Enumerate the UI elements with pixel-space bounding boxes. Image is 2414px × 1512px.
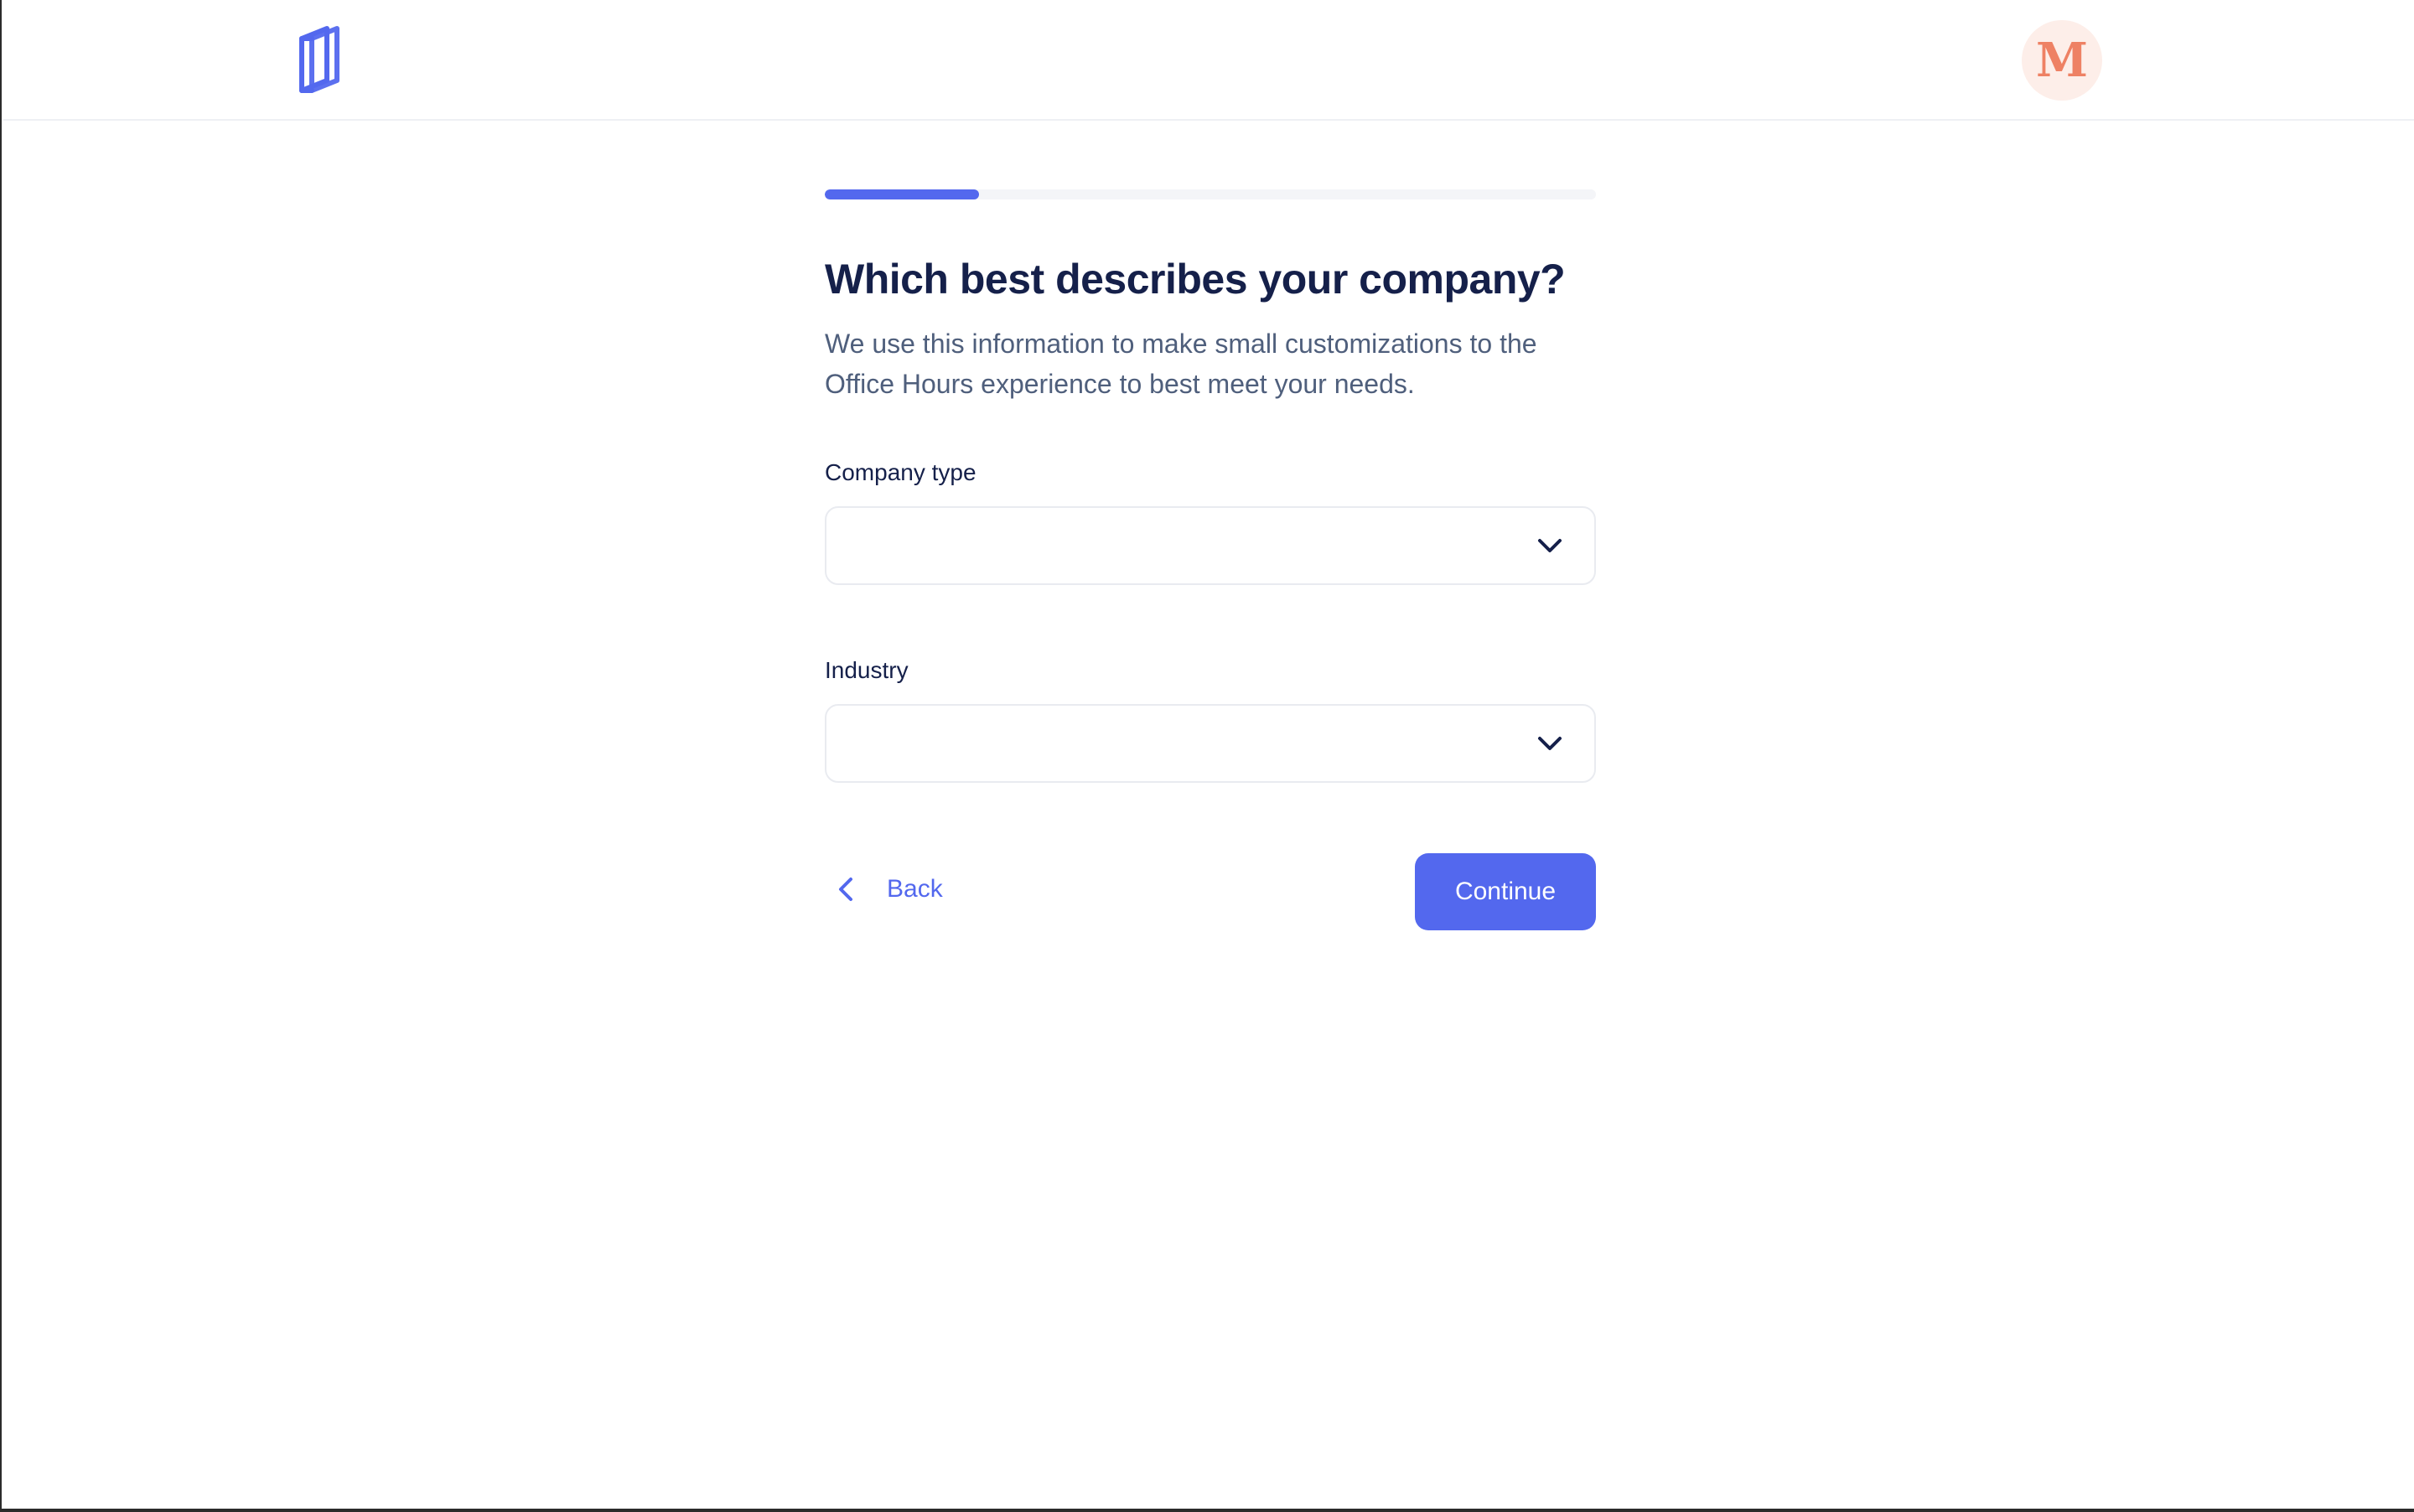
company-type-label: Company type	[825, 459, 976, 485]
page-title: Which best describes your company?	[825, 256, 1566, 303]
progress-bar-fill	[825, 189, 979, 199]
progress-bar	[825, 189, 1596, 199]
back-button[interactable]: Back	[825, 852, 943, 927]
back-button-label: Back	[887, 875, 943, 903]
chevron-down-icon	[1537, 536, 1562, 555]
industry-select[interactable]	[825, 704, 1596, 783]
page-subtitle: We use this information to make small cu…	[825, 329, 1537, 399]
chevron-left-icon	[835, 877, 857, 902]
company-type-select[interactable]	[825, 506, 1596, 585]
avatar-initial: M	[2036, 33, 2088, 88]
chevron-down-icon	[1537, 734, 1562, 753]
continue-button[interactable]: Continue	[1415, 853, 1596, 930]
top-bar: M	[3, 0, 2414, 121]
app-window: M Which best describes your company? We …	[0, 0, 2414, 1512]
industry-label: Industry	[825, 657, 909, 683]
avatar[interactable]: M	[2022, 20, 2102, 101]
book-logo-icon[interactable]	[293, 25, 345, 96]
